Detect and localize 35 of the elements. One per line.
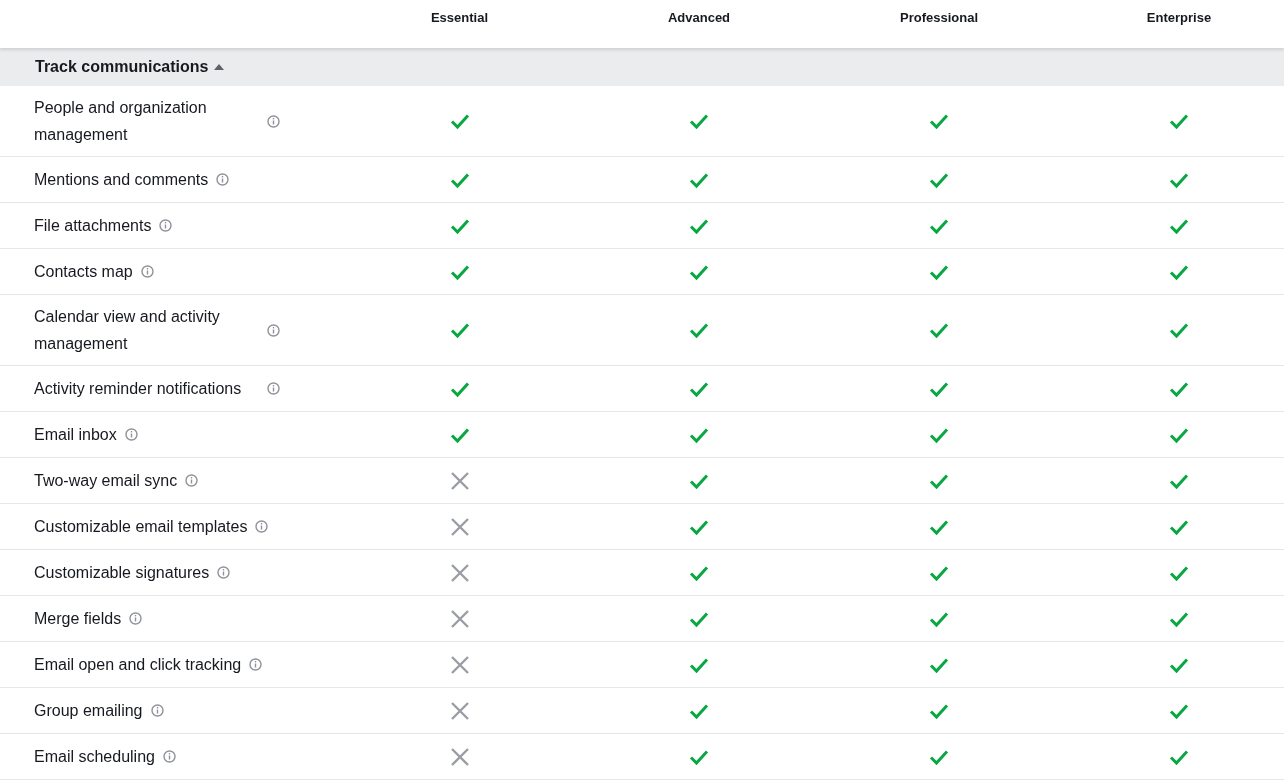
- section-header[interactable]: Track communications: [0, 48, 1284, 86]
- feature-name: Activity reminder notifications: [34, 379, 242, 399]
- info-icon[interactable]: [159, 219, 173, 232]
- feature-name: Mentions and comments: [34, 170, 209, 190]
- info-icon[interactable]: [216, 173, 230, 186]
- info-icon[interactable]: [129, 612, 143, 625]
- info-icon[interactable]: [217, 566, 231, 579]
- feature-name: Email scheduling: [34, 747, 155, 767]
- feature-name: Merge fields: [34, 609, 122, 629]
- info-icon[interactable]: [267, 323, 280, 337]
- plan-name: Advanced: [667, 9, 731, 25]
- plan-name: Enterprise: [1146, 9, 1212, 25]
- plan-name: Professional: [900, 9, 978, 25]
- info-icon[interactable]: [124, 428, 138, 441]
- info-icon[interactable]: [162, 750, 176, 763]
- info-icon[interactable]: [249, 658, 263, 671]
- section-title: Track communications: [35, 58, 209, 76]
- info-icon[interactable]: [140, 265, 154, 278]
- feature-name: Contacts map: [34, 262, 133, 282]
- info-icon[interactable]: [185, 474, 199, 487]
- feature-name: Customizable email templates: [34, 517, 248, 537]
- feature-name: Two-way email sync: [34, 471, 178, 491]
- feature-name: File attachments: [34, 216, 152, 236]
- feature-name: Email inbox: [34, 425, 117, 445]
- plan-name: Essential: [430, 9, 489, 25]
- info-icon[interactable]: [267, 382, 280, 395]
- feature-name: Calendar view and activity management: [34, 307, 221, 354]
- caret-icon: [214, 64, 225, 70]
- feature-name: People and organization management: [34, 98, 208, 145]
- feature-name: Email open and click tracking: [34, 655, 242, 675]
- feature-name: Customizable signatures: [34, 563, 210, 583]
- info-icon[interactable]: [255, 520, 269, 533]
- info-icon[interactable]: [150, 704, 164, 717]
- feature-name: Group emailing: [34, 701, 143, 721]
- info-icon[interactable]: [267, 114, 280, 128]
